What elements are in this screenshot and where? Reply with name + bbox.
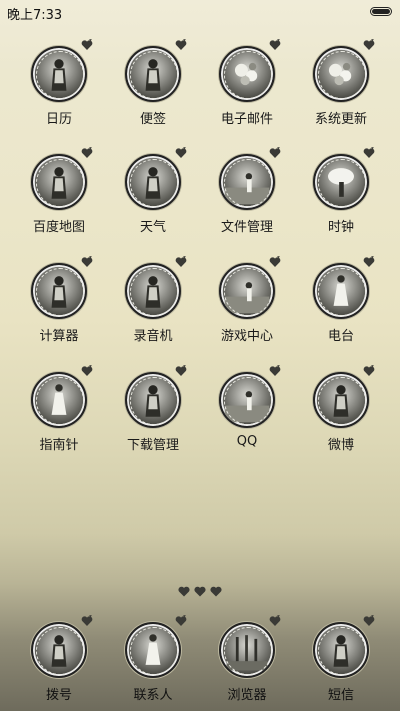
download-manager-icon[interactable] (125, 365, 187, 428)
heart-icon (81, 365, 93, 376)
calculator-icon[interactable] (31, 256, 93, 319)
app-label: 录音机 (133, 329, 173, 344)
calendar-icon[interactable] (31, 39, 93, 102)
app-recorder[interactable]: 录音机 (111, 256, 195, 344)
app-calendar[interactable]: 日历 (17, 39, 101, 127)
app-label: 联系人 (133, 688, 173, 703)
app-label: 指南针 (39, 438, 79, 453)
browser-icon[interactable] (219, 615, 281, 678)
app-label: 日历 (45, 112, 72, 127)
page-indicator (0, 582, 400, 597)
app-notes[interactable]: 便签 (111, 39, 195, 127)
heart-icon (269, 147, 281, 158)
heart-icon (175, 615, 187, 626)
status-time: 晚上7:33 (7, 8, 63, 23)
heart-icon (269, 365, 281, 376)
heart-icon (175, 147, 187, 158)
app-download-manager[interactable]: 下载管理 (111, 365, 195, 453)
app-label: 电子邮件 (220, 112, 273, 127)
app-compass[interactable]: 指南针 (17, 365, 101, 453)
contacts-icon[interactable] (125, 615, 187, 678)
file-manager-icon[interactable] (219, 147, 281, 210)
app-file-manager[interactable]: 文件管理 (205, 147, 289, 235)
system-update-icon[interactable] (313, 39, 375, 102)
email-icon[interactable] (219, 39, 281, 102)
app-weibo[interactable]: 微博 (299, 365, 383, 453)
app-label: 下载管理 (126, 438, 179, 453)
app-messages[interactable]: 短信 (299, 615, 383, 703)
battery-icon (370, 7, 392, 16)
app-calculator[interactable]: 计算器 (17, 256, 101, 344)
heart-icon (175, 365, 187, 376)
app-label: QQ (236, 434, 258, 449)
app-weather[interactable]: 天气 (111, 147, 195, 235)
app-label: 天气 (139, 220, 166, 235)
app-label: 微博 (327, 438, 354, 453)
app-game-center[interactable]: 游戏中心 (205, 256, 289, 344)
app-qq[interactable]: QQ (205, 365, 289, 449)
heart-icon (81, 615, 93, 626)
app-label: 便签 (139, 112, 166, 127)
page-dot-heart-icon[interactable] (178, 582, 190, 601)
app-label: 浏览器 (227, 688, 267, 703)
heart-icon (363, 365, 375, 376)
page-dot-heart-icon[interactable] (194, 582, 206, 601)
app-label: 百度地图 (32, 220, 85, 235)
app-radio[interactable]: 电台 (299, 256, 383, 344)
app-dialer[interactable]: 拨号 (17, 615, 101, 703)
heart-icon (175, 256, 187, 267)
app-contacts[interactable]: 联系人 (111, 615, 195, 703)
compass-icon[interactable] (31, 365, 93, 428)
app-email[interactable]: 电子邮件 (205, 39, 289, 127)
heart-icon (363, 615, 375, 626)
heart-icon (363, 256, 375, 267)
recorder-icon[interactable] (125, 256, 187, 319)
heart-icon (269, 615, 281, 626)
clock-icon[interactable] (313, 147, 375, 210)
heart-icon (363, 39, 375, 50)
app-system-update[interactable]: 系统更新 (299, 39, 383, 127)
heart-icon (269, 39, 281, 50)
app-label: 电台 (327, 329, 354, 344)
app-label: 系统更新 (314, 112, 367, 127)
app-label: 文件管理 (220, 220, 273, 235)
game-center-icon[interactable] (219, 256, 281, 319)
heart-icon (81, 39, 93, 50)
qq-icon[interactable] (219, 365, 281, 428)
app-label: 游戏中心 (220, 329, 273, 344)
heart-icon (81, 147, 93, 158)
dialer-icon[interactable] (31, 615, 93, 678)
app-baidu-map[interactable]: 百度地图 (17, 147, 101, 235)
app-browser[interactable]: 浏览器 (205, 615, 289, 703)
heart-icon (269, 256, 281, 267)
status-bar: 晚上7:33 (0, 0, 400, 24)
app-label: 短信 (327, 688, 354, 703)
app-label: 拨号 (45, 688, 72, 703)
messages-icon[interactable] (313, 615, 375, 678)
notes-icon[interactable] (125, 39, 187, 102)
app-label: 计算器 (39, 329, 79, 344)
app-label: 时钟 (327, 220, 354, 235)
radio-icon[interactable] (313, 256, 375, 319)
home-screen: 晚上7:33 日历 便签 电子邮件 系统更新百度地图 天气 文件管理 时钟计算器 录音机 游戏中… (0, 0, 400, 711)
page-dot-heart-icon[interactable] (210, 582, 222, 601)
weibo-icon[interactable] (313, 365, 375, 428)
heart-icon (81, 256, 93, 267)
app-clock[interactable]: 时钟 (299, 147, 383, 235)
heart-icon (175, 39, 187, 50)
heart-icon (363, 147, 375, 158)
baidu-map-icon[interactable] (31, 147, 93, 210)
weather-icon[interactable] (125, 147, 187, 210)
